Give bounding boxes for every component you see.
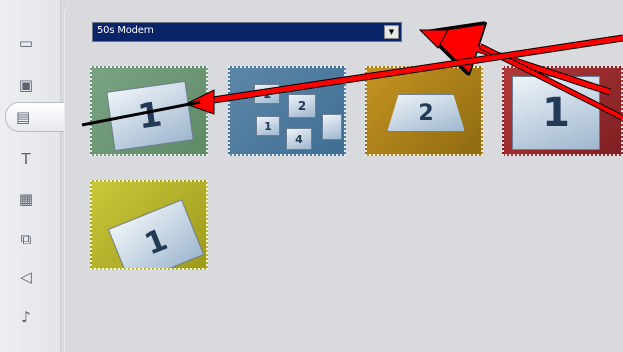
- dropdown-selected-value: 50s Modern: [97, 25, 154, 36]
- theme-thumbnail-2[interactable]: 1 2 1 4: [228, 66, 346, 156]
- transitions-icon[interactable]: ▣: [13, 72, 39, 98]
- audio-icon[interactable]: ◁: [13, 264, 39, 290]
- music-icon[interactable]: ♪: [13, 304, 39, 330]
- thumbnail-number: 1: [542, 90, 570, 136]
- thumbnail-number: 2: [297, 99, 307, 113]
- theme-thumbnail-3[interactable]: 2: [365, 66, 483, 156]
- thumbnail-number: 2: [418, 100, 434, 126]
- text-icon[interactable]: T: [13, 146, 39, 172]
- theme-thumbnail-5[interactable]: 1: [90, 180, 208, 270]
- thumbnail-number: 1: [135, 94, 165, 138]
- titles-icon[interactable]: ▭: [13, 30, 39, 56]
- frames-icon[interactable]: ▦: [13, 186, 39, 212]
- chevron-down-icon[interactable]: ▼: [384, 25, 399, 39]
- theme-thumbnail-4[interactable]: 1: [502, 66, 623, 156]
- thumbnail-number: 1: [264, 119, 272, 133]
- theme-thumbnail-1[interactable]: 1: [90, 66, 208, 156]
- effects-icon[interactable]: ⧉: [13, 226, 39, 252]
- tool-sidebar: ▭ ▣ ▤ T ▦ ⧉ ◁ ♪: [0, 0, 78, 352]
- theme-category-dropdown[interactable]: 50s Modern ▼: [92, 22, 402, 42]
- thumbnail-number: 1: [139, 221, 173, 263]
- thumbnail-number: 4: [295, 132, 303, 146]
- thumbnail-number: 1: [262, 87, 272, 101]
- themes-icon[interactable]: ▤: [5, 102, 78, 132]
- theme-panel: [64, 0, 623, 352]
